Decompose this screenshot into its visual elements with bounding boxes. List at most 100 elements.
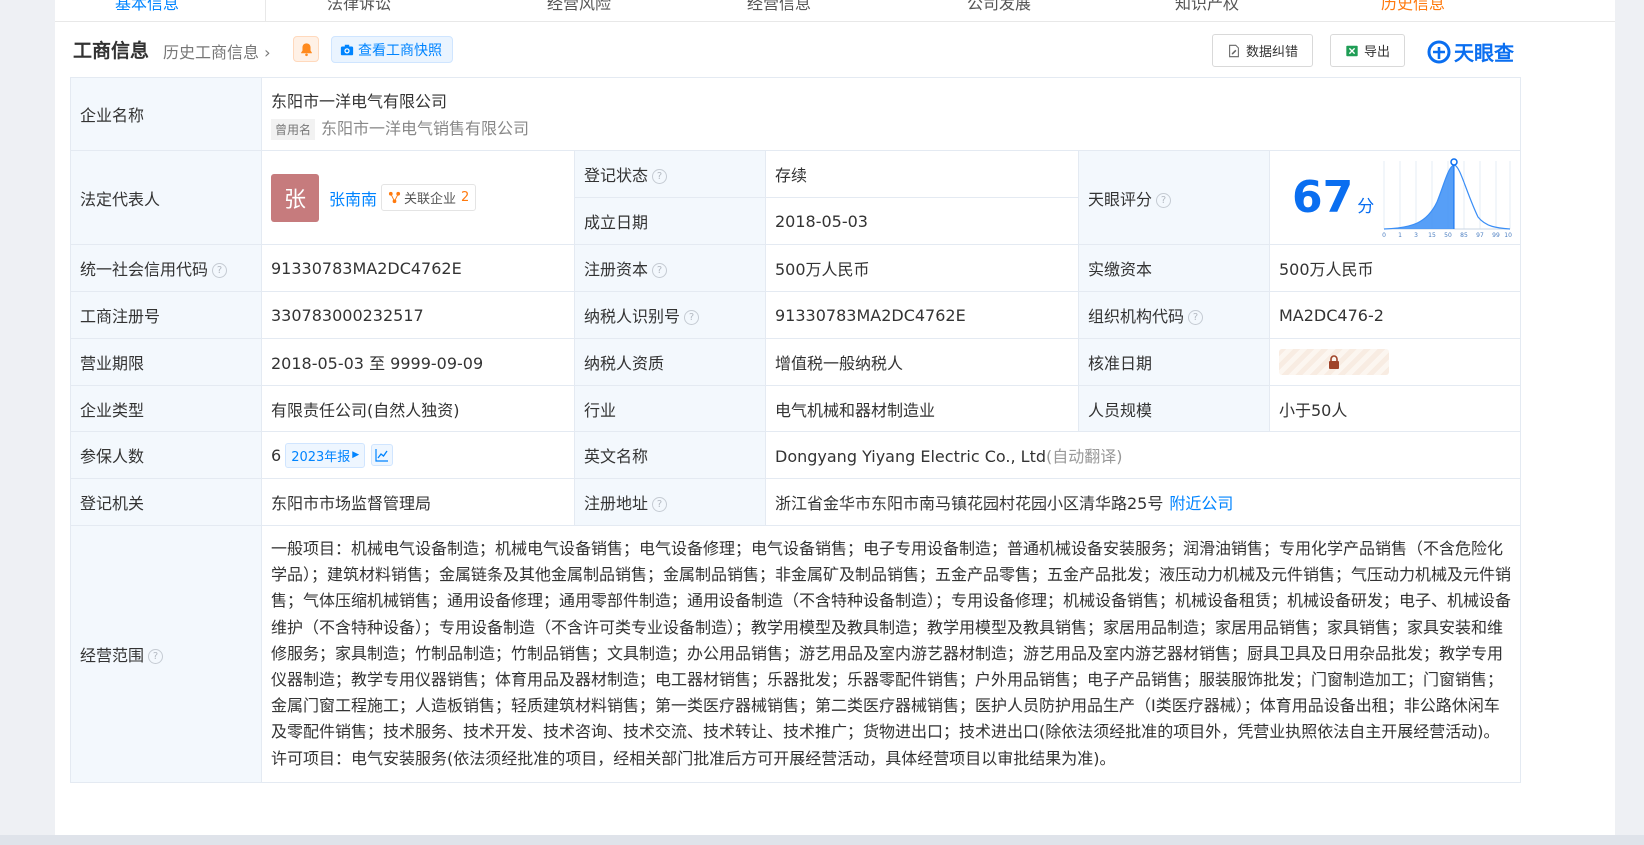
table-row: 参保人数 6 2023年报 ▶ 英文名称 Dongyang Yiyang Elect… — [70, 431, 1521, 479]
score-tick-label: 50 — [1444, 232, 1452, 239]
help-icon[interactable]: ? — [1188, 310, 1204, 325]
legal-rep-cell: 张张南南 关联企业 2 — [261, 150, 575, 245]
taxpayer-id-label: 纳税人识别号 — [584, 307, 681, 326]
business-scope: 一般项目：机械电气设备制造；机械电气设备销售；电气设备修理；电气设备销售；电子专… — [261, 525, 1521, 783]
tab-development[interactable]: 公司发展 — [967, 0, 1031, 14]
scope-label-cell: 经营范围? — [70, 525, 262, 783]
table-row: 营业期限 2018-05-03 至 9999-09-09 纳税人资质 增值税一般… — [70, 338, 1521, 386]
related-companies-tag[interactable]: 关联企业 2 — [381, 184, 477, 211]
insured-cell: 6 2023年报 ▶ — [261, 431, 575, 479]
address: 浙江省金华市东阳市南马镇花园村花园小区清华路25号 — [775, 494, 1164, 513]
address-label: 注册地址 — [584, 494, 649, 513]
page: 基本信息 法律诉讼 经营风险 经营信息 公司发展 知识产权 历史信息 工商信息 … — [55, 0, 1615, 845]
snapshot-button[interactable]: 查看工商快照 — [331, 36, 453, 63]
avatar: 张 — [271, 173, 319, 222]
score-tick-label: 15 — [1428, 232, 1436, 239]
help-icon[interactable]: ? — [148, 648, 164, 664]
type-label: 企业类型 — [70, 385, 262, 432]
biz-reg-no: 330783000232517 — [261, 291, 575, 339]
score-tick-label: 1 — [1398, 232, 1402, 239]
paid-capital-label: 实缴资本 — [1078, 244, 1270, 292]
nearby-companies-link[interactable]: 附近公司 — [1169, 494, 1233, 513]
authority-label: 登记机关 — [70, 478, 262, 526]
tab-divider — [265, 0, 266, 21]
table-row: 法定代表人 张张南南 关联企业 2 登记状态? 存续 天眼评分? 67 分 0 … — [70, 150, 1521, 245]
paid-capital: 500万人民币 — [1269, 244, 1521, 292]
credit-code-label-cell: 统一社会信用代码? — [70, 244, 262, 292]
score-tick-label: 3 — [1414, 232, 1418, 239]
term: 2018-05-03 至 9999-09-09 — [261, 338, 575, 386]
help-icon[interactable]: ? — [652, 497, 668, 512]
score-tick-label: 0 — [1382, 232, 1386, 239]
logo-icon — [1427, 40, 1451, 63]
score-cell[interactable]: 67分 0 1 3 15 50 85 97 99 100 — [1269, 150, 1521, 245]
score-tick-label: 85 — [1460, 232, 1468, 239]
score-tick-label: 97 — [1476, 232, 1484, 239]
english-name-label: 英文名称 — [574, 431, 766, 479]
english-name-cell: Dongyang Yiyang Electric Co., Ltd(自动翻译) — [765, 431, 1521, 479]
help-icon[interactable]: ? — [652, 263, 668, 278]
score-value: 67 分 — [1292, 172, 1374, 223]
export-button[interactable]: 导出 — [1330, 34, 1406, 67]
company-name: 东阳市一洋电气有限公司 — [271, 92, 448, 111]
credit-code-label: 统一社会信用代码 — [80, 260, 209, 279]
locked-value[interactable] — [1279, 349, 1389, 375]
bell-icon[interactable] — [293, 36, 319, 62]
tab-legal[interactable]: 法律诉讼 — [327, 0, 391, 14]
annual-report-tag[interactable]: 2023年报 ▶ — [285, 442, 366, 468]
table-row: 统一社会信用代码? 91330783MA2DC4762E 注册资本? 500万人… — [70, 244, 1521, 292]
insured-label: 参保人数 — [70, 431, 262, 479]
logo-text: 天眼查 — [1454, 41, 1514, 65]
company-name-label: 企业名称 — [70, 77, 262, 151]
table-row: 经营范围? 一般项目：机械电气设备制造；机械电气设备销售；电气设备修理；电气设备… — [70, 525, 1521, 783]
tab-basic-info[interactable]: 基本信息 — [115, 0, 179, 14]
related-label: 关联企业 — [404, 192, 457, 207]
legal-rep-name[interactable]: 张南南 — [329, 190, 377, 209]
caret-right-icon: ▶ — [352, 450, 360, 460]
legal-rep-label: 法定代表人 — [70, 150, 262, 245]
section-header: 工商信息 历史工商信息 › 查看工商快照 数据纠错 导出 天眼查 — [55, 32, 1615, 72]
address-cell: 浙江省金华市东阳市南马镇花园村花园小区清华路25号 附近公司 — [765, 478, 1521, 526]
company-name-cell: 东阳市一洋电气有限公司 曾用名 东阳市一洋电气销售有限公司 — [261, 77, 1521, 151]
score-label: 天眼评分 — [1088, 189, 1153, 209]
former-name-row: 曾用名 东阳市一洋电气销售有限公司 — [271, 115, 1511, 140]
score-unit: 分 — [1357, 197, 1375, 217]
table-row: 企业名称 东阳市一洋电气有限公司 曾用名 东阳市一洋电气销售有限公司 — [70, 77, 1521, 151]
founded-label: 成立日期 — [574, 197, 766, 245]
history-link[interactable]: 历史工商信息 › — [163, 39, 271, 63]
excel-icon — [1346, 45, 1358, 56]
help-icon[interactable]: ? — [684, 310, 700, 325]
related-count: 2 — [461, 190, 470, 205]
auto-translate-note: (自动翻译) — [1046, 447, 1123, 466]
score-area — [1384, 164, 1454, 229]
data-correction-button[interactable]: 数据纠错 — [1212, 34, 1314, 67]
taxpayer-qual: 增值税一般纳税人 — [765, 338, 1079, 386]
help-icon[interactable]: ? — [1156, 192, 1172, 208]
tab-history[interactable]: 历史信息 — [1381, 0, 1445, 14]
address-label-cell: 注册地址? — [574, 478, 766, 526]
taxpayer-id-label-cell: 纳税人识别号? — [574, 291, 766, 339]
tianyancha-logo: 天眼查 — [1427, 37, 1514, 66]
score-number: 67 — [1292, 172, 1354, 223]
tab-risk[interactable]: 经营风险 — [547, 0, 611, 14]
reg-status-label-cell: 登记状态? — [574, 150, 766, 198]
snapshot-button-label: 查看工商快照 — [358, 42, 442, 59]
data-correction-label: 数据纠错 — [1246, 45, 1299, 60]
trend-chart-icon[interactable] — [371, 444, 394, 466]
insured-count: 6 — [271, 445, 282, 465]
org-code-label: 组织机构代码 — [1088, 307, 1185, 326]
table-row: 工商注册号 330783000232517 纳税人识别号? 91330783MA… — [70, 291, 1521, 339]
staff-size: 小于50人 — [1269, 385, 1521, 432]
scope-label: 经营范围 — [80, 645, 145, 665]
help-icon[interactable]: ? — [212, 263, 228, 278]
tab-ip[interactable]: 知识产权 — [1175, 0, 1239, 14]
camera-icon — [340, 44, 354, 55]
help-icon[interactable]: ? — [652, 169, 668, 184]
reg-status: 存续 — [765, 150, 1079, 198]
lock-icon — [1329, 355, 1339, 369]
score-marker — [1450, 157, 1458, 166]
section-title: 工商信息 — [73, 40, 150, 62]
tab-operation[interactable]: 经营信息 — [747, 0, 811, 14]
company-type: 有限责任公司(自然人独资) — [261, 385, 575, 432]
score-distribution-chart: 0 1 3 15 50 85 97 99 100 — [1382, 157, 1512, 239]
